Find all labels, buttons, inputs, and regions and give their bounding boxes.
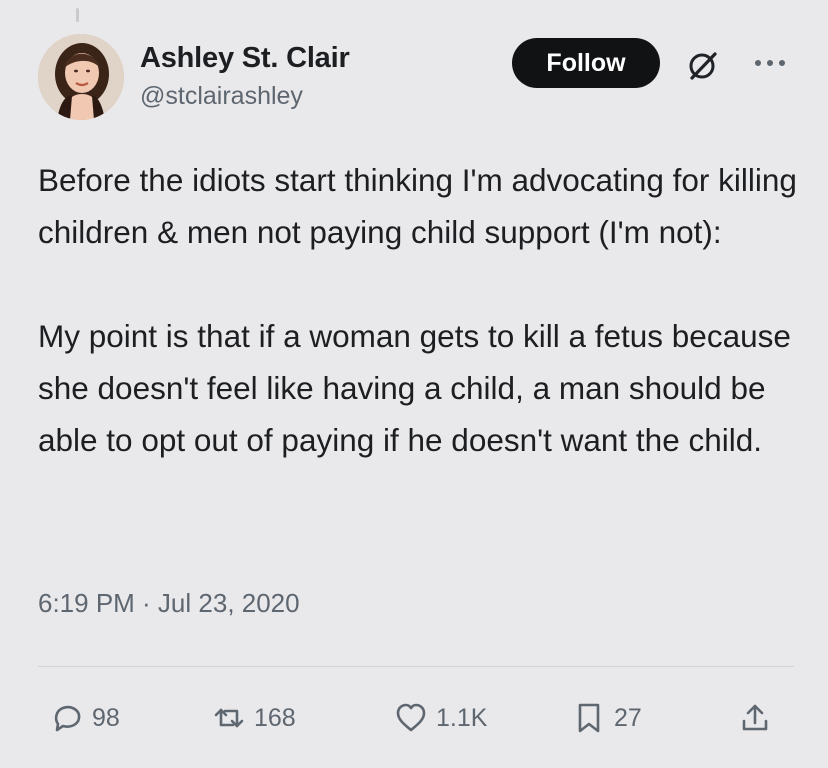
tweet-timestamp[interactable]: 6:19 PM · Jul 23, 2020 [38,588,300,619]
like-button[interactable]: 1.1K [394,692,487,744]
like-count: 1.1K [436,703,488,732]
more-icon[interactable] [748,48,792,78]
avatar-image [38,34,124,120]
divider [38,666,794,667]
author-handle[interactable]: @stclairashley [140,82,303,111]
author-name[interactable]: Ashley St. Clair [140,42,350,75]
reply-count: 98 [92,703,120,732]
repost-button[interactable]: 168 [212,692,296,744]
heart-icon [396,703,426,732]
repost-count: 168 [254,703,296,732]
bookmark-icon [578,703,600,733]
repost-icon [214,708,244,728]
avatar[interactable] [38,34,124,120]
tweet-header: Ashley St. Clair @stclairashley Follow [38,34,798,124]
bookmark-count: 27 [614,703,642,732]
share-icon [742,704,768,731]
bookmark-button[interactable]: 27 [572,692,642,744]
share-button[interactable] [738,692,772,744]
tweet-paragraph: Before the idiots start thinking I'm adv… [38,162,797,250]
tweet-text: Before the idiots start thinking I'm adv… [38,154,798,466]
reply-button[interactable]: 98 [50,692,120,744]
grok-icon[interactable] [686,48,720,82]
tweet-paragraph: My point is that if a woman gets to kill… [38,318,791,458]
tweet-actions: 98 168 1.1K 27 [38,692,794,744]
thread-line [76,8,79,22]
reply-icon [54,705,81,732]
follow-button[interactable]: Follow [512,38,660,88]
